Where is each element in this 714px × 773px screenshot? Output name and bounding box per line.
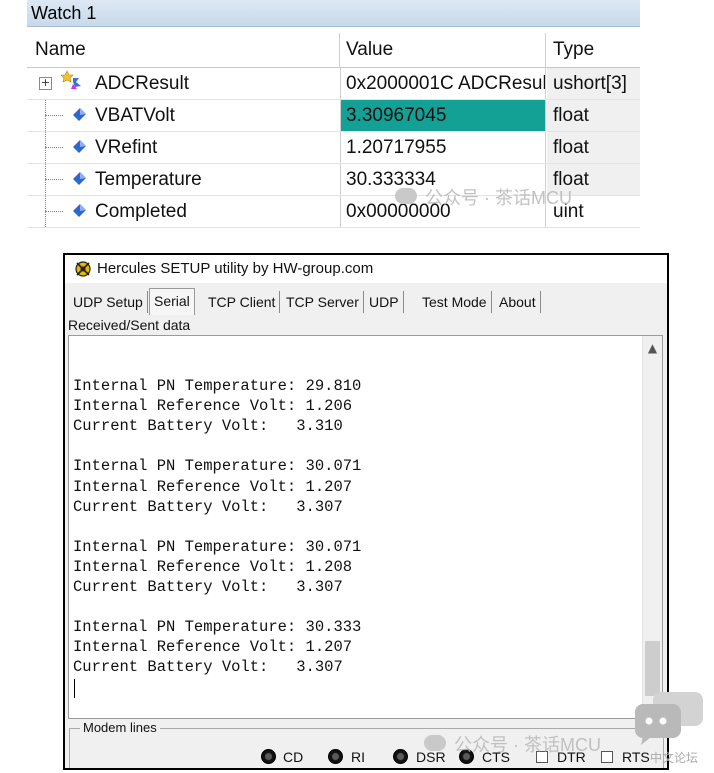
variable-name: VBATVolt (95, 105, 175, 126)
received-line: Current Battery Volt: 3.310 (73, 417, 343, 436)
vertical-scrollbar[interactable]: ▲ ▼ (642, 336, 662, 718)
expand-icon[interactable]: + (39, 77, 52, 90)
received-line: Current Battery Volt: 3.307 (73, 658, 343, 677)
column-header-value[interactable]: Value (341, 33, 546, 67)
tab-udp[interactable]: UDP (365, 291, 404, 313)
ri-label: RI (351, 749, 365, 765)
tab-test-mode[interactable]: Test Mode (418, 291, 492, 313)
received-line: Internal Reference Volt: 1.207 (73, 638, 353, 657)
watch-row-vbatvolt[interactable]: VBATVolt 3.30967045 float (27, 100, 640, 132)
watch-header-row: Name Value Type (27, 33, 640, 68)
received-line (73, 517, 361, 537)
variable-diamond-icon (73, 172, 86, 185)
tab-serial[interactable]: Serial (149, 288, 195, 315)
variable-diamond-icon (73, 140, 86, 153)
received-sent-label: Received/Sent data (68, 317, 191, 333)
variable-value[interactable]: 1.20717955 (341, 132, 546, 163)
forum-logo-icon (635, 692, 703, 745)
received-line: Internal Reference Volt: 1.207 (73, 477, 353, 496)
received-line: Current Battery Volt: 3.307 (73, 578, 343, 597)
dsr-led-icon (393, 749, 408, 764)
cd-led-icon (261, 749, 276, 764)
watch-title: Watch 1 (27, 0, 640, 27)
watch-row-vrefint[interactable]: VRefint 1.20717955 float (27, 132, 640, 164)
received-line (73, 436, 361, 456)
watermark-text: 公众号 · 茶话MCU (454, 735, 601, 755)
wechat-watermark-icon (424, 735, 446, 751)
struct-variable-icon (61, 70, 81, 89)
cd-label: CD (283, 749, 304, 765)
window-title: Hercules SETUP utility by HW-group.com (97, 260, 374, 277)
rts-label: RTS (622, 749, 650, 765)
received-line (73, 356, 361, 376)
variable-name: Completed (95, 201, 187, 222)
variable-value-highlighted[interactable]: 3.30967045 (341, 100, 546, 131)
modem-lines-label: Modem lines (80, 720, 160, 735)
variable-diamond-icon (73, 108, 86, 121)
forum-watermark-text: 中文论坛 (650, 751, 699, 765)
scroll-thumb[interactable] (645, 641, 660, 696)
variable-value[interactable]: 0x2000001C ADCResult (341, 68, 546, 99)
received-line: Internal Reference Volt: 1.206 (73, 397, 353, 416)
variable-name: ADCResult (95, 73, 189, 94)
received-line: Internal PN Temperature: 29.810 (73, 377, 362, 396)
received-line (73, 597, 361, 617)
received-line: Current Battery Volt: 3.307 (73, 497, 343, 516)
tab-tcp-client[interactable]: TCP Client (204, 291, 281, 313)
tab-about[interactable]: About (495, 291, 541, 313)
column-header-name[interactable]: Name (27, 33, 340, 67)
tab-bar: UDP Setup Serial TCP Client TCP Server U… (67, 288, 667, 315)
received-data-textarea[interactable]: Internal PN Temperature: 29.810 Internal … (68, 335, 663, 719)
tab-udp-setup[interactable]: UDP Setup (69, 291, 148, 313)
dsr-label: DSR (416, 749, 446, 765)
received-line: Internal PN Temperature: 30.333 (73, 618, 362, 637)
wechat-watermark-icon (395, 188, 417, 204)
text-caret (74, 679, 75, 698)
received-line: Internal PN Temperature: 30.071 (73, 537, 362, 556)
watermark-text: 公众号 · 茶话MCU (425, 188, 572, 208)
received-line: Internal PN Temperature: 30.071 (73, 457, 362, 476)
received-line: Internal Reference Volt: 1.208 (73, 557, 353, 576)
scroll-up-icon[interactable]: ▲ (643, 340, 662, 356)
watch-window: Watch 1 Name Value Type + ADCResult 0x20… (27, 0, 640, 229)
ri-led-icon (328, 749, 343, 764)
watch-row-adcresult[interactable]: + ADCResult 0x2000001C ADCResult ushort[… (27, 68, 640, 100)
column-header-type[interactable]: Type (547, 33, 640, 67)
variable-diamond-icon (73, 204, 86, 217)
title-bar: Hercules SETUP utility by HW-group.com (65, 255, 667, 283)
variable-type: ushort[3] (547, 68, 640, 99)
variable-type: float (547, 100, 640, 131)
variable-name: VRefint (95, 137, 158, 158)
variable-name: Temperature (95, 169, 202, 190)
rts-checkbox[interactable] (601, 751, 613, 763)
tab-tcp-server[interactable]: TCP Server (282, 291, 364, 313)
hercules-logo-icon (75, 261, 91, 277)
received-data-text: Internal PN Temperature: 29.810 Internal … (73, 356, 361, 678)
variable-type: float (547, 132, 640, 163)
hercules-window: Hercules SETUP utility by HW-group.com U… (63, 253, 669, 770)
